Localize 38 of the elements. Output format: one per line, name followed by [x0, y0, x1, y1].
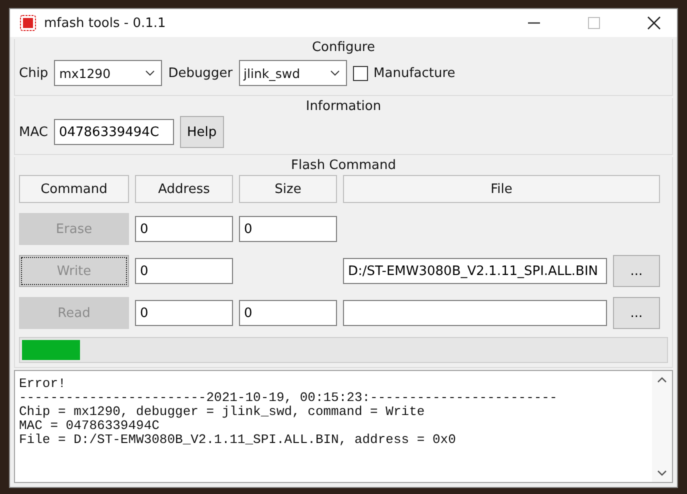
address-field[interactable]: 0: [135, 216, 233, 242]
manufacture-checkbox[interactable]: [352, 66, 368, 80]
scrollbar[interactable]: [652, 371, 672, 482]
column-header: Address: [135, 175, 233, 203]
mac-label: MAC: [19, 124, 48, 140]
mac-field[interactable]: 04786339494C: [54, 119, 174, 145]
group-title: Configure: [310, 39, 376, 57]
file-path-field[interactable]: [343, 300, 607, 326]
browse-button[interactable]: ...: [613, 297, 660, 329]
column-header: Command: [19, 175, 129, 203]
group-title: Information: [304, 98, 382, 116]
log-line: File = D:/ST-EMW3080B_V2.1.11_SPI.ALL.BIN, address = 0x0: [19, 433, 457, 447]
chip-label: Chip: [19, 66, 48, 80]
close-icon[interactable]: [647, 16, 661, 30]
debugger-dropdown[interactable]: jlink_swd: [238, 60, 347, 86]
manufacture-label: Manufacture: [374, 66, 456, 80]
log-line: Chip = mx1290, debugger = jlink_swd, command = Write: [19, 405, 426, 419]
log-line: MAC = 04786339494C: [19, 419, 160, 433]
chip-dropdown[interactable]: mx1290: [54, 60, 162, 86]
log-line: Error!: [19, 377, 67, 391]
group-title: Flash Command: [290, 157, 397, 175]
address-field[interactable]: 0: [135, 258, 233, 284]
scroll-up-icon[interactable]: [657, 377, 667, 383]
size-field[interactable]: 0: [239, 216, 337, 242]
chevron-icon: [145, 70, 156, 76]
column-header: Size: [239, 175, 337, 203]
address-field[interactable]: 0: [135, 300, 233, 326]
window-title: mfash tools - 0.1.1: [44, 16, 166, 30]
file-path-field[interactable]: D:/ST-EMW3080B_V2.1.11_SPI.ALL.BIN: [343, 258, 607, 284]
browse-button[interactable]: ...: [613, 255, 660, 287]
app-icon: [20, 15, 36, 31]
log-line: ------------------------2021-10-19, 00:15:23:------------------------: [19, 391, 558, 405]
column-header: File: [343, 175, 660, 203]
chevron-icon: [330, 70, 340, 76]
debugger-label: Debugger: [168, 66, 233, 80]
scroll-down-icon[interactable]: [657, 470, 667, 476]
help-button[interactable]: Help: [180, 116, 224, 148]
size-field[interactable]: 0: [239, 300, 337, 326]
